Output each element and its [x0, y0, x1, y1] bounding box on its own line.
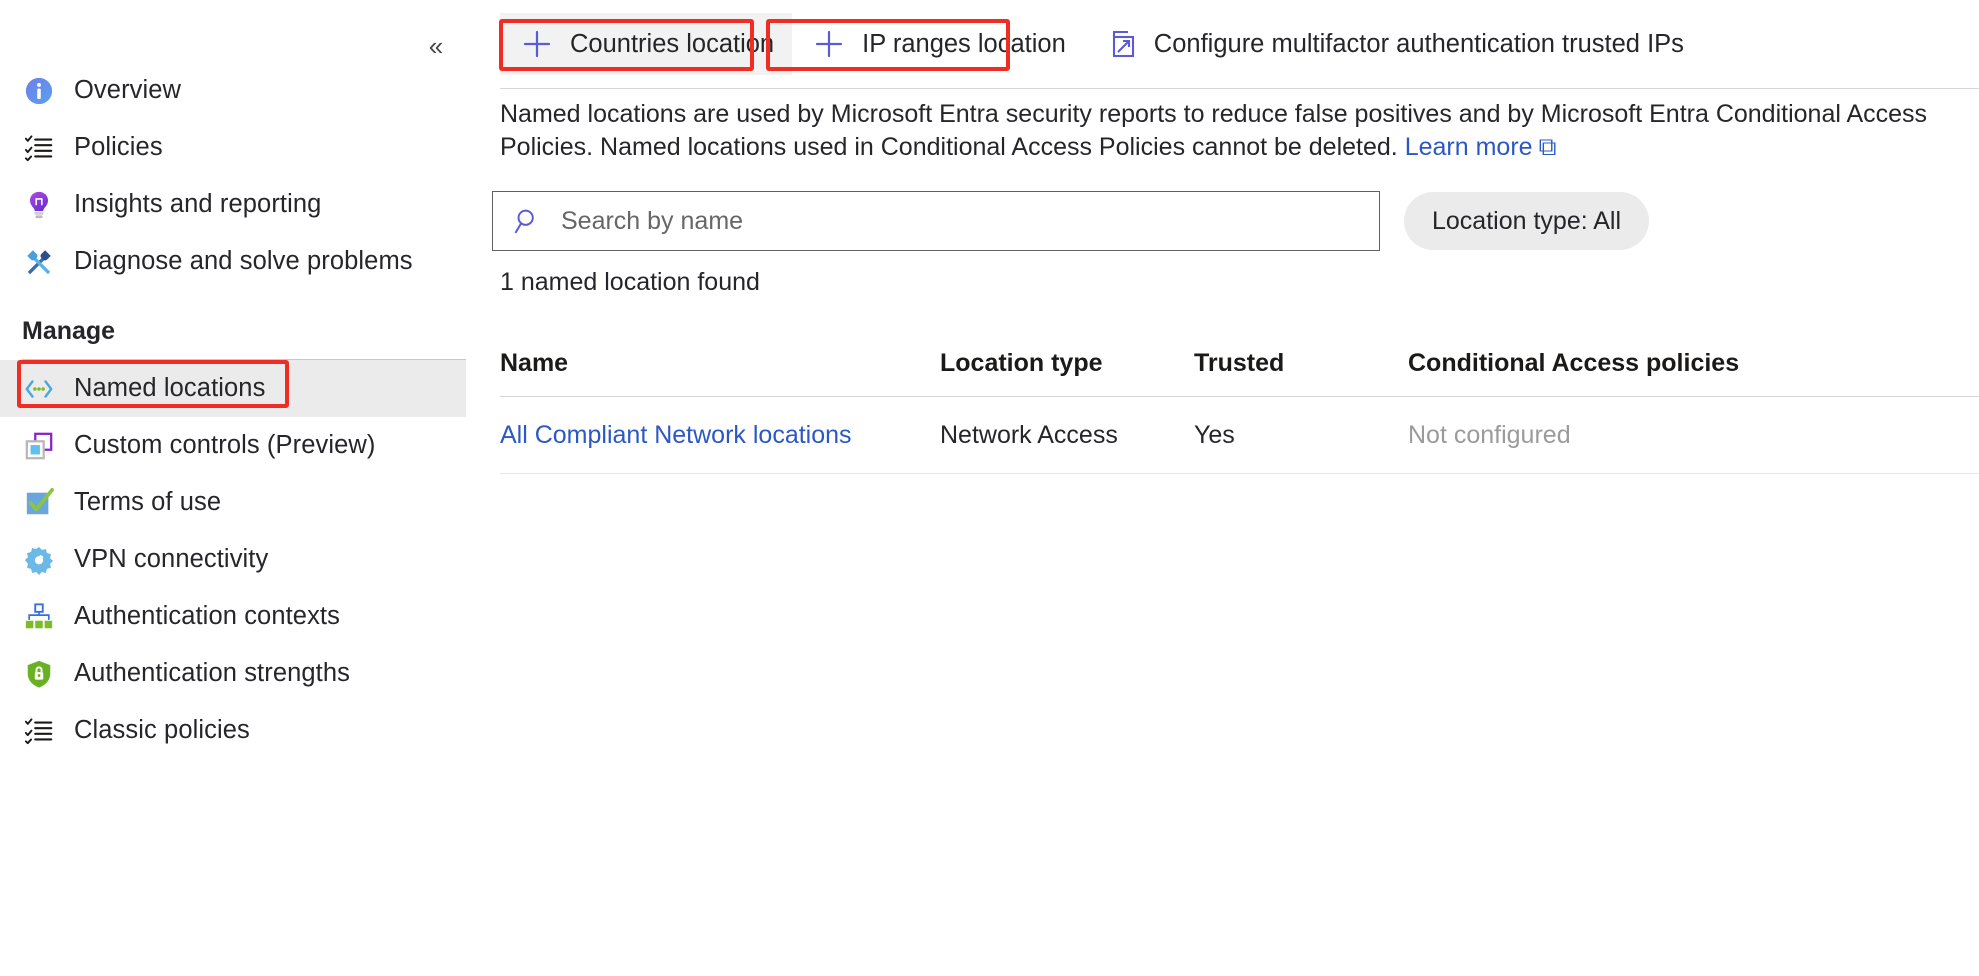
sidebar-item-policies[interactable]: Policies — [0, 119, 466, 176]
lightbulb-icon — [22, 188, 56, 222]
column-header-conditional-access-policies[interactable]: Conditional Access policies — [1408, 349, 1978, 378]
search-icon — [511, 204, 545, 238]
checklist-icon — [22, 714, 56, 748]
location-type-filter-label: Location type: All — [1432, 206, 1622, 235]
result-count: 1 named location found — [500, 268, 760, 296]
learn-more-link[interactable]: Learn more ⧉ — [1405, 133, 1557, 161]
hierarchy-icon — [22, 600, 56, 634]
sidebar-item-label: Terms of use — [74, 488, 222, 516]
sidebar-item-label: VPN connectivity — [74, 545, 269, 573]
sidebar-item-label: Named locations — [74, 374, 266, 402]
location-type-filter[interactable]: Location type: All — [1404, 192, 1650, 250]
column-header-name[interactable]: Name — [500, 349, 940, 378]
command-label: Countries location — [570, 29, 775, 58]
column-header-trusted[interactable]: Trusted — [1194, 349, 1408, 378]
collapse-sidebar-button[interactable]: « — [416, 26, 456, 66]
sidebar-item-label: Authentication contexts — [74, 602, 340, 630]
sidebar-item-label: Overview — [74, 76, 182, 104]
named-locations-page: « Overview Policies Insights and reporti… — [0, 0, 1979, 976]
main-content: Countries location IP ranges location Co… — [466, 0, 1979, 976]
cell-conditional-access: Not configured — [1408, 420, 1571, 449]
wrench-screwdriver-icon — [22, 245, 56, 279]
filter-bar: Search by name Location type: All — [492, 191, 1650, 251]
sidebar-item-label: Authentication strengths — [74, 659, 350, 687]
sidebar-item-named-locations[interactable]: Named locations — [0, 360, 466, 417]
plus-icon — [518, 25, 556, 63]
cell-location-type: Network Access — [940, 420, 1118, 449]
sidebar-item-authentication-contexts[interactable]: Authentication contexts — [0, 588, 466, 645]
page-description: Named locations are used by Microsoft En… — [500, 98, 1979, 164]
command-toolbar: Countries location IP ranges location Co… — [466, 0, 1979, 88]
sidebar-item-label: Custom controls (Preview) — [74, 431, 376, 459]
external-link-icon — [1102, 25, 1140, 63]
info-circle-icon — [22, 74, 56, 108]
description-text: Named locations are used by Microsoft En… — [500, 100, 1928, 161]
checkbox-checked-icon — [22, 486, 56, 520]
sidebar-item-terms-of-use[interactable]: Terms of use — [0, 474, 466, 531]
sidebar-item-label: Policies — [74, 133, 163, 161]
sidebar-group-title-manage: Manage — [22, 317, 116, 345]
sidebar-item-custom-controls[interactable]: Custom controls (Preview) — [0, 417, 466, 474]
sidebar-item-insights-and-reporting[interactable]: Insights and reporting — [0, 176, 466, 233]
table-row[interactable]: All Compliant Network locations Network … — [500, 397, 1979, 474]
learn-more-label: Learn more — [1404, 133, 1533, 161]
sidebar-item-label: Insights and reporting — [74, 190, 322, 218]
toolbar-divider — [500, 88, 1979, 89]
plus-icon — [810, 25, 848, 63]
cell-name[interactable]: All Compliant Network locations — [500, 421, 940, 450]
column-header-location-type[interactable]: Location type — [940, 349, 1194, 378]
table-header-row: Name Location type Trusted Conditional A… — [500, 330, 1979, 397]
ip-ranges-location-button[interactable]: IP ranges location — [792, 13, 1084, 75]
sidebar-item-overview[interactable]: Overview — [0, 62, 466, 119]
custom-controls-icon — [22, 429, 56, 463]
checklist-icon — [22, 131, 56, 165]
configure-mfa-trusted-ips-button[interactable]: Configure multifactor authentication tru… — [1083, 13, 1702, 75]
external-link-icon: ⧉ — [1538, 133, 1557, 161]
search-input[interactable]: Search by name — [492, 191, 1380, 251]
countries-location-button[interactable]: Countries location — [500, 13, 793, 75]
sidebar-item-label: Diagnose and solve problems — [74, 247, 413, 275]
named-locations-icon — [22, 372, 56, 406]
search-placeholder: Search by name — [561, 206, 744, 235]
cell-trusted: Yes — [1194, 420, 1235, 449]
sidebar-nav-list: Overview Policies Insights and reporting… — [0, 62, 466, 759]
double-chevron-left-icon: « — [428, 31, 444, 61]
sidebar-item-label: Classic policies — [74, 716, 250, 744]
sidebar-item-authentication-strengths[interactable]: Authentication strengths — [0, 645, 466, 702]
named-locations-table: Name Location type Trusted Conditional A… — [500, 330, 1979, 474]
gear-icon — [22, 543, 56, 577]
sidebar-item-vpn-connectivity[interactable]: VPN connectivity — [0, 531, 466, 588]
command-label: IP ranges location — [862, 29, 1066, 58]
sidebar-item-classic-policies[interactable]: Classic policies — [0, 702, 466, 759]
left-nav-sidebar: « Overview Policies Insights and reporti… — [0, 0, 466, 976]
shield-lock-icon — [22, 657, 56, 691]
sidebar-item-diagnose-and-solve-problems[interactable]: Diagnose and solve problems — [0, 233, 466, 290]
command-label: Configure multifactor authentication tru… — [1153, 29, 1684, 58]
